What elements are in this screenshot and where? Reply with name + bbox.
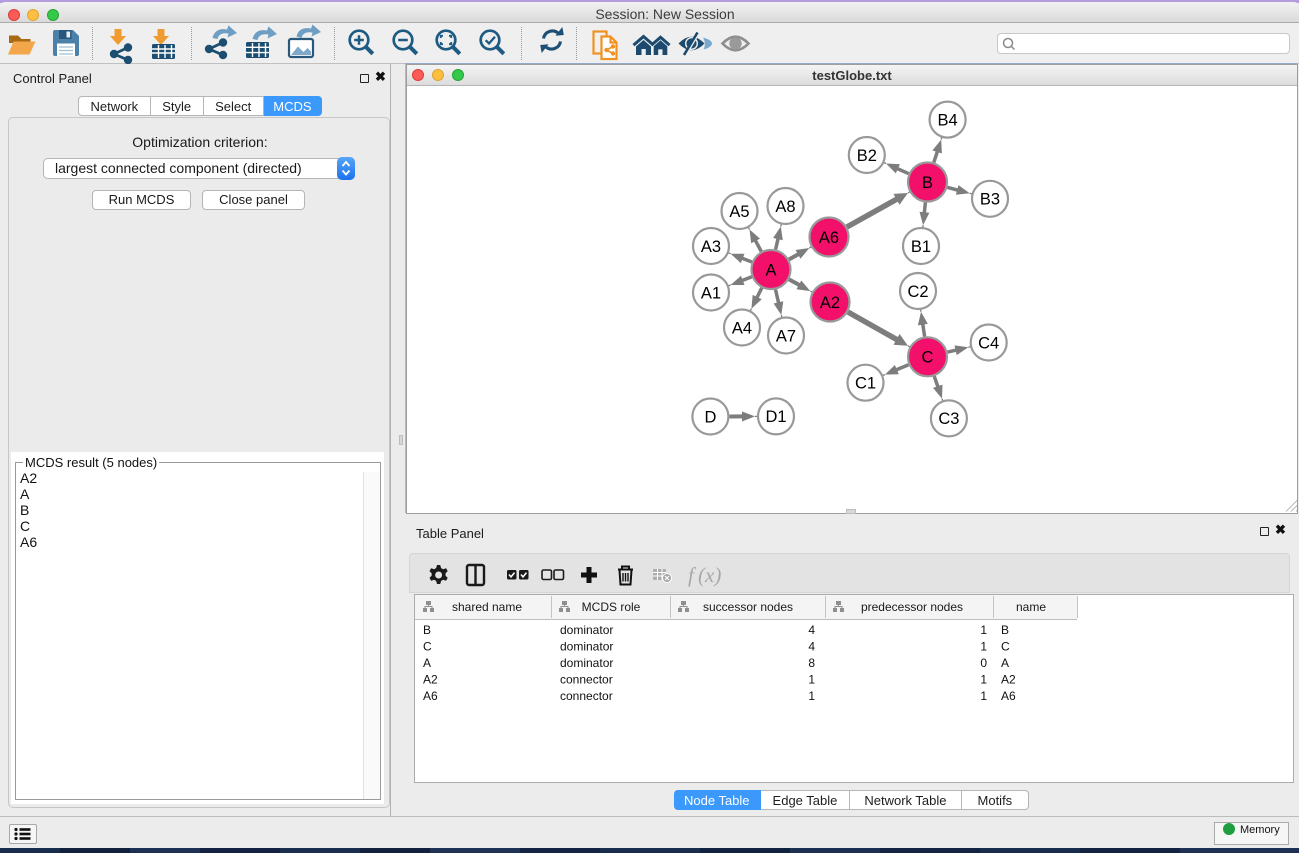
svg-text:MCDS role: MCDS role [582,600,641,614]
svg-text:C1: C1 [855,375,876,393]
svg-text:A7: A7 [776,327,796,345]
svg-text:0: 0 [980,656,987,670]
svg-text:dominator: dominator [560,656,613,670]
svg-text:A2: A2 [1001,673,1016,687]
svg-text:A6: A6 [423,689,438,703]
svg-text:D1: D1 [765,408,786,426]
svg-text:C4: C4 [978,334,999,352]
svg-text:4: 4 [808,640,815,654]
svg-text:A: A [765,261,776,279]
svg-text:successor nodes: successor nodes [703,600,793,614]
svg-text:connector: connector [560,673,613,687]
svg-text:A: A [1001,656,1009,670]
svg-text:A3: A3 [701,238,721,256]
svg-text:C: C [922,349,934,367]
svg-text:8: 8 [808,656,815,670]
svg-text:B: B [922,174,933,192]
svg-text:connector: connector [560,689,613,703]
svg-text:A5: A5 [729,203,749,221]
svg-text:B4: B4 [938,111,958,129]
svg-text:dominator: dominator [560,623,613,637]
svg-text:C: C [423,640,432,654]
svg-text:dominator: dominator [560,640,613,654]
svg-text:1: 1 [980,623,987,637]
svg-text:f (x): f (x) [688,563,721,587]
svg-text:name: name [1016,600,1046,614]
svg-text:B2: B2 [857,147,877,165]
svg-text:B: B [1001,623,1009,637]
svg-text:A2: A2 [423,673,438,687]
svg-text:1: 1 [808,689,815,703]
svg-text:C2: C2 [907,283,928,301]
svg-text:predecessor nodes: predecessor nodes [861,600,963,614]
svg-text:B3: B3 [980,191,1000,209]
svg-text:A2: A2 [820,294,840,312]
svg-text:C3: C3 [938,410,959,428]
svg-text:shared name: shared name [452,600,522,614]
svg-text:B1: B1 [911,238,931,256]
svg-text:1: 1 [808,673,815,687]
svg-text:4: 4 [808,623,815,637]
svg-text:A8: A8 [775,198,795,216]
svg-text:A1: A1 [701,284,721,302]
svg-text:A: A [423,656,431,670]
svg-text:1: 1 [980,640,987,654]
svg-text:D: D [704,408,716,426]
svg-text:A6: A6 [1001,689,1016,703]
svg-text:B: B [423,623,431,637]
svg-text:1: 1 [980,689,987,703]
svg-text:1: 1 [980,673,987,687]
svg-text:C: C [1001,640,1010,654]
svg-text:A6: A6 [819,229,839,247]
svg-text:A4: A4 [732,319,752,337]
